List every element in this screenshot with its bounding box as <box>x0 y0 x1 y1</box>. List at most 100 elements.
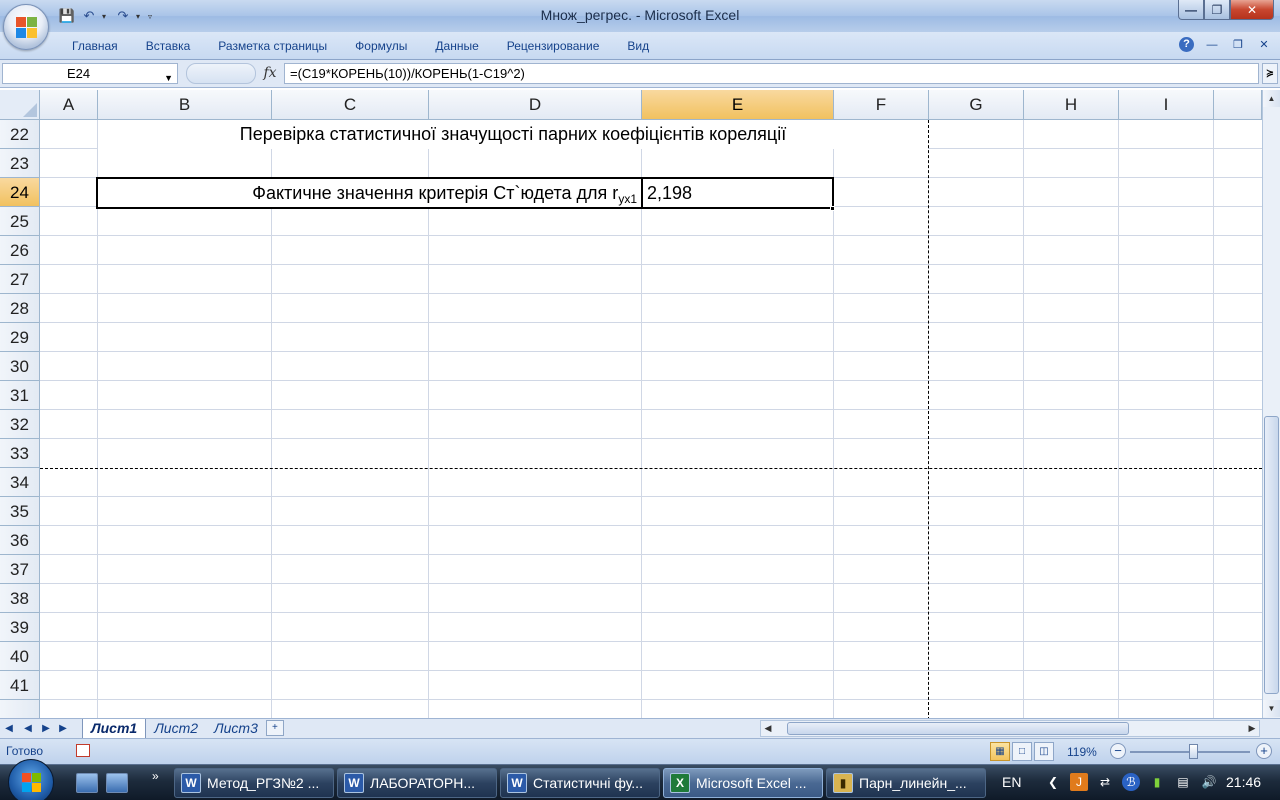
column-header-j[interactable] <box>1214 90 1262 120</box>
first-sheet-icon[interactable]: ◀ <box>4 721 16 737</box>
sheet-tab-3[interactable]: Лист3 <box>206 719 266 738</box>
language-indicator[interactable]: EN <box>1002 774 1021 790</box>
row-header-28[interactable]: 28 <box>0 294 40 323</box>
cell-b24-label[interactable]: Фактичне значення критерія Ст`юдета для … <box>96 177 642 209</box>
row-header-38[interactable]: 38 <box>0 584 40 613</box>
column-header-c[interactable]: C <box>272 90 429 120</box>
row-header-41[interactable]: 41 <box>0 671 40 700</box>
workbook-minimize-button[interactable]: — <box>1204 39 1220 51</box>
formula-bar-splitter[interactable] <box>186 63 256 84</box>
column-header-a[interactable]: A <box>40 90 98 120</box>
column-header-d[interactable]: D <box>429 90 642 120</box>
java-icon[interactable]: J <box>1070 773 1088 791</box>
row-header-32[interactable]: 32 <box>0 410 40 439</box>
column-header-f[interactable]: F <box>834 90 929 120</box>
insert-sheet-icon[interactable]: + <box>265 720 284 736</box>
battery-icon[interactable]: ▮ <box>1148 773 1166 791</box>
expand-formula-bar-button[interactable]: ≽ <box>1262 63 1278 84</box>
row-header-26[interactable]: 26 <box>0 236 40 265</box>
customize-qat-icon[interactable]: ▿ <box>148 12 156 21</box>
sheet-tab-2[interactable]: Лист2 <box>146 719 206 738</box>
scroll-up-icon[interactable]: ▲ <box>1263 90 1280 107</box>
insert-function-icon[interactable]: fx <box>260 63 280 84</box>
tab-home[interactable]: Главная <box>58 32 132 60</box>
column-header-h[interactable]: H <box>1024 90 1119 120</box>
network-icon[interactable]: ▤ <box>1174 773 1192 791</box>
cell-b22-title[interactable]: Перевірка статистичної значущості парних… <box>98 120 928 149</box>
name-box[interactable]: E24 ▼ <box>2 63 178 84</box>
taskbar-item-active[interactable]: X Microsoft Excel ... <box>663 768 823 798</box>
row-header-30[interactable]: 30 <box>0 352 40 381</box>
redo-dropdown-icon[interactable]: ▾ <box>136 12 144 21</box>
start-button[interactable] <box>8 759 54 800</box>
maximize-button[interactable]: ❐ <box>1204 0 1230 20</box>
worksheet-grid[interactable]: A B C D E F G H I 22 23 24 25 26 27 28 2… <box>0 90 1262 718</box>
column-header-b[interactable]: B <box>98 90 272 120</box>
page-layout-view-icon[interactable]: □ <box>1012 742 1032 761</box>
row-header-37[interactable]: 37 <box>0 555 40 584</box>
row-header-24[interactable]: 24 <box>0 178 40 207</box>
horizontal-scrollbar[interactable]: ◀ ▶ <box>760 720 1260 737</box>
bluetooth-icon[interactable]: ℬ <box>1122 773 1140 791</box>
chevron-right-icon[interactable]: » <box>152 769 159 783</box>
scroll-left-icon[interactable]: ◀ <box>761 721 775 736</box>
column-header-e[interactable]: E <box>642 90 834 120</box>
row-header-35[interactable]: 35 <box>0 497 40 526</box>
show-desktop-icon[interactable] <box>76 773 98 793</box>
volume-icon[interactable]: 🔊 <box>1200 773 1218 791</box>
formula-input[interactable]: =(C19*КОРЕНЬ(10))/КОРЕНЬ(1-C19^2) <box>284 63 1259 84</box>
select-all-button[interactable] <box>0 90 40 120</box>
tab-review[interactable]: Рецензирование <box>493 32 614 60</box>
fill-handle[interactable] <box>830 206 835 211</box>
vertical-scroll-thumb[interactable] <box>1264 416 1279 694</box>
workbook-close-button[interactable]: ✕ <box>1256 38 1272 51</box>
close-button[interactable]: ✕ <box>1230 0 1274 20</box>
row-header-33[interactable]: 33 <box>0 439 40 468</box>
column-header-i[interactable]: I <box>1119 90 1214 120</box>
row-header-22[interactable]: 22 <box>0 120 40 149</box>
tab-insert[interactable]: Вставка <box>132 32 205 60</box>
workbook-restore-button[interactable]: ❐ <box>1230 38 1246 51</box>
clock[interactable]: 21:46 <box>1226 774 1261 790</box>
tab-view[interactable]: Вид <box>613 32 663 60</box>
tab-data[interactable]: Данные <box>421 32 492 60</box>
save-icon[interactable]: 💾 <box>58 7 76 25</box>
taskbar-item[interactable]: W Статистичні фу... <box>500 768 660 798</box>
sync-icon[interactable]: ⇄ <box>1096 773 1114 791</box>
switch-windows-icon[interactable] <box>106 773 128 793</box>
page-break-view-icon[interactable]: ◫ <box>1034 742 1054 761</box>
office-button[interactable] <box>3 4 49 50</box>
scroll-down-icon[interactable]: ▼ <box>1263 700 1280 717</box>
row-header-40[interactable]: 40 <box>0 642 40 671</box>
row-header-39[interactable]: 39 <box>0 613 40 642</box>
macro-record-icon[interactable] <box>76 744 90 757</box>
zoom-out-icon[interactable]: − <box>1110 743 1126 759</box>
chevron-down-icon[interactable]: ▼ <box>164 69 173 88</box>
last-sheet-icon[interactable]: ▶ <box>58 721 70 737</box>
row-header-34[interactable]: 34 <box>0 468 40 497</box>
next-sheet-icon[interactable]: ▶ <box>40 721 52 737</box>
row-header-42[interactable] <box>0 700 40 718</box>
tray-expand-icon[interactable]: ❮ <box>1044 773 1062 791</box>
minimize-button[interactable]: — <box>1178 0 1204 20</box>
zoom-slider-thumb[interactable] <box>1189 744 1198 759</box>
scroll-right-icon[interactable]: ▶ <box>1245 721 1259 736</box>
redo-icon[interactable]: ↷ <box>114 7 132 25</box>
taskbar-item[interactable]: W ЛАБОРАТОРН... <box>337 768 497 798</box>
row-header-27[interactable]: 27 <box>0 265 40 294</box>
tab-formulas[interactable]: Формулы <box>341 32 421 60</box>
column-header-g[interactable]: G <box>929 90 1024 120</box>
cell-e24-active[interactable]: 2,198 <box>641 177 834 209</box>
row-header-23[interactable]: 23 <box>0 149 40 178</box>
row-header-36[interactable]: 36 <box>0 526 40 555</box>
undo-icon[interactable]: ↶ <box>80 7 98 25</box>
vertical-scrollbar[interactable]: ▲ ▼ <box>1262 90 1280 718</box>
zoom-in-icon[interactable]: + <box>1256 743 1272 759</box>
taskbar-item[interactable]: ▮ Парн_линейн_... <box>826 768 986 798</box>
row-header-25[interactable]: 25 <box>0 207 40 236</box>
prev-sheet-icon[interactable]: ◀ <box>22 721 34 737</box>
undo-dropdown-icon[interactable]: ▾ <box>102 12 110 21</box>
taskbar-item[interactable]: W Метод_РГЗ№2 ... <box>174 768 334 798</box>
normal-view-icon[interactable]: ▦ <box>990 742 1010 761</box>
help-icon[interactable]: ? <box>1179 37 1194 52</box>
